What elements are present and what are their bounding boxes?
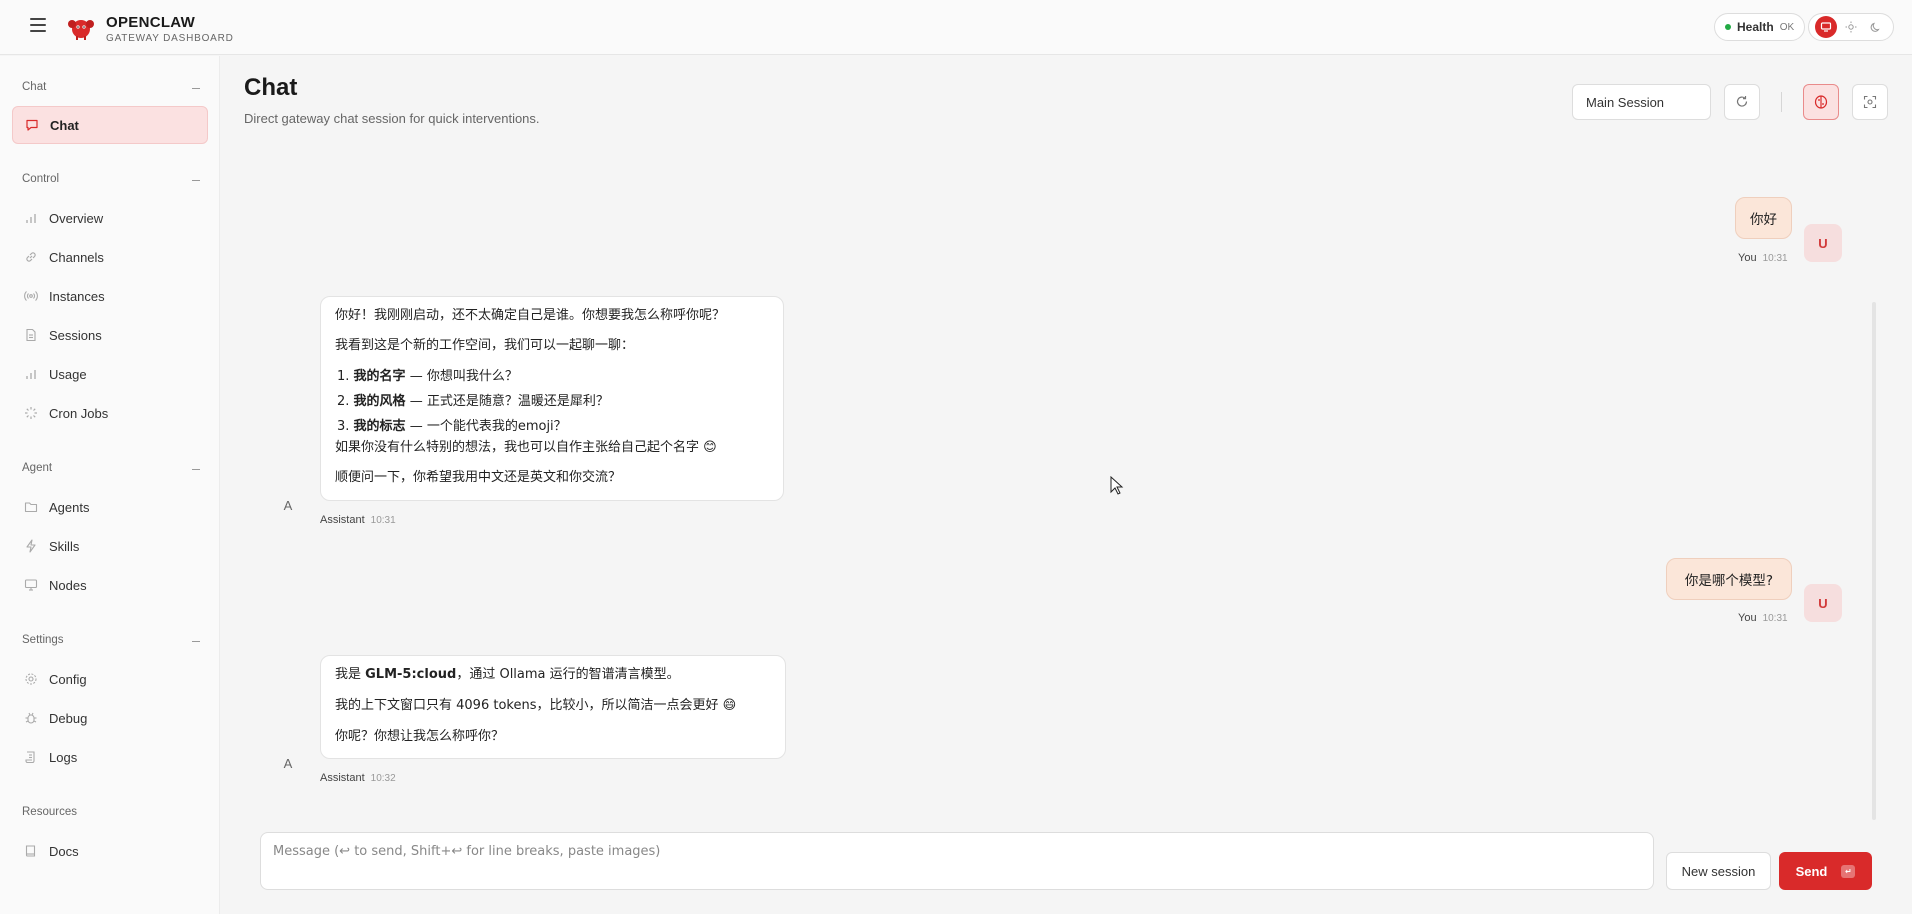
- moon-icon: [1870, 22, 1880, 32]
- focus-icon: [1863, 95, 1877, 109]
- sidebar-item-logs[interactable]: Logs: [12, 738, 208, 776]
- sidebar-item-instances[interactable]: Instances: [12, 277, 208, 315]
- book-icon: [24, 844, 38, 858]
- folder-icon: [24, 500, 38, 514]
- page-subtitle: Direct gateway chat session for quick in…: [244, 111, 540, 126]
- theme-system-button[interactable]: [1814, 16, 1837, 38]
- theme-light-button[interactable]: [1840, 16, 1862, 38]
- user-avatar: U: [1804, 584, 1842, 622]
- document-icon: [24, 328, 38, 342]
- thinking-toggle-button[interactable]: [1803, 84, 1839, 120]
- sidebar-item-chat[interactable]: Chat: [12, 106, 208, 144]
- collapse-icon: [192, 641, 200, 642]
- sidebar-section-agent[interactable]: Agent: [22, 462, 200, 474]
- user-message: 你好: [1735, 197, 1792, 239]
- sidebar-item-sessions[interactable]: Sessions: [12, 316, 208, 354]
- collapse-icon: [192, 88, 200, 89]
- sidebar-section-chat[interactable]: Chat: [22, 81, 200, 93]
- monitor-icon: [24, 578, 38, 592]
- sidebar-section-settings[interactable]: Settings: [22, 634, 200, 646]
- loader-icon: [24, 406, 38, 420]
- sidebar-item-overview[interactable]: Overview: [12, 199, 208, 237]
- message-meta: You 10:31: [1738, 612, 1788, 624]
- assistant-message: 我是 GLM-5:cloud，通过 Ollama 运行的智谱清言模型。 我的上下…: [320, 655, 786, 759]
- bar-chart-icon: [24, 211, 38, 225]
- link-icon: [24, 250, 38, 264]
- gear-icon: [24, 672, 38, 686]
- sidebar-item-skills[interactable]: Skills: [12, 527, 208, 565]
- bug-icon: [24, 711, 38, 725]
- brand-subtitle: GATEWAY DASHBOARD: [106, 33, 234, 44]
- sidebar-item-nodes[interactable]: Nodes: [12, 566, 208, 604]
- list-item: 2. 我的风格 — 正式还是随意？温暖还是犀利？: [337, 394, 609, 409]
- message-icon: [25, 118, 39, 132]
- assistant-message: 你好！我刚刚启动，还不太确定自己是谁。你想要我怎么称呼你呢？ 我看到这是个新的工…: [320, 296, 784, 501]
- sidebar-item-config[interactable]: Config: [12, 660, 208, 698]
- refresh-button[interactable]: [1724, 84, 1760, 120]
- sidebar-item-agents[interactable]: Agents: [12, 488, 208, 526]
- assistant-avatar: A: [283, 497, 293, 513]
- collapse-icon: [192, 180, 200, 181]
- chat-scrollbar[interactable]: [1872, 302, 1876, 820]
- sidebar-item-debug[interactable]: Debug: [12, 699, 208, 737]
- sidebar-item-cron-jobs[interactable]: Cron Jobs: [12, 394, 208, 432]
- list-item: 3. 我的标志 — 一个能代表我的emoji？: [337, 419, 567, 434]
- sun-icon: [1845, 21, 1857, 33]
- monitor-icon: [1820, 22, 1831, 32]
- user-avatar: U: [1804, 224, 1842, 262]
- scroll-icon: [24, 750, 38, 764]
- new-session-button[interactable]: New session: [1666, 852, 1771, 890]
- send-button[interactable]: Send ↵: [1779, 852, 1872, 890]
- top-bar: OPENCLAW GATEWAY DASHBOARD Health OK: [0, 0, 1912, 55]
- sidebar-item-channels[interactable]: Channels: [12, 238, 208, 276]
- bar-chart-icon: [24, 367, 38, 381]
- radio-icon: [24, 289, 38, 303]
- sidebar-item-usage[interactable]: Usage: [12, 355, 208, 393]
- sidebar-section-resources[interactable]: Resources: [22, 806, 200, 818]
- list-item: 1. 我的名字 — 你想叫我什么？: [337, 369, 518, 384]
- focus-mode-button[interactable]: [1852, 84, 1888, 120]
- enter-key-icon: ↵: [1841, 864, 1856, 878]
- theme-dark-button[interactable]: [1865, 16, 1887, 38]
- mouse-cursor-icon: [1110, 476, 1124, 495]
- collapse-icon: [192, 469, 200, 470]
- brain-icon: [1814, 95, 1828, 109]
- user-message: 你是哪个模型?: [1666, 558, 1792, 600]
- toolbar-divider: [1781, 92, 1782, 112]
- health-status: OK: [1779, 21, 1795, 33]
- message-input[interactable]: [260, 832, 1654, 890]
- sidebar-section-control[interactable]: Control: [22, 173, 200, 185]
- page-title: Chat: [244, 74, 298, 101]
- assistant-avatar: A: [283, 755, 293, 771]
- refresh-icon: [1736, 96, 1748, 107]
- sidebar: Chat Chat Control Overview Channels Inst…: [0, 56, 220, 914]
- health-dot-icon: [1725, 24, 1731, 30]
- theme-toggle: [1808, 13, 1894, 41]
- health-label: Health: [1737, 20, 1774, 34]
- health-badge: Health OK: [1714, 13, 1806, 41]
- sidebar-item-docs[interactable]: Docs: [12, 832, 208, 870]
- brand-name: OPENCLAW: [106, 14, 196, 31]
- menu-icon[interactable]: [30, 18, 46, 36]
- message-meta: You 10:31: [1738, 252, 1788, 264]
- message-meta: Assistant 10:32: [320, 772, 396, 784]
- session-select[interactable]: Main Session: [1572, 84, 1711, 120]
- message-meta: Assistant 10:31: [320, 514, 396, 526]
- lobster-logo-icon: [68, 20, 94, 40]
- bolt-icon: [24, 539, 38, 553]
